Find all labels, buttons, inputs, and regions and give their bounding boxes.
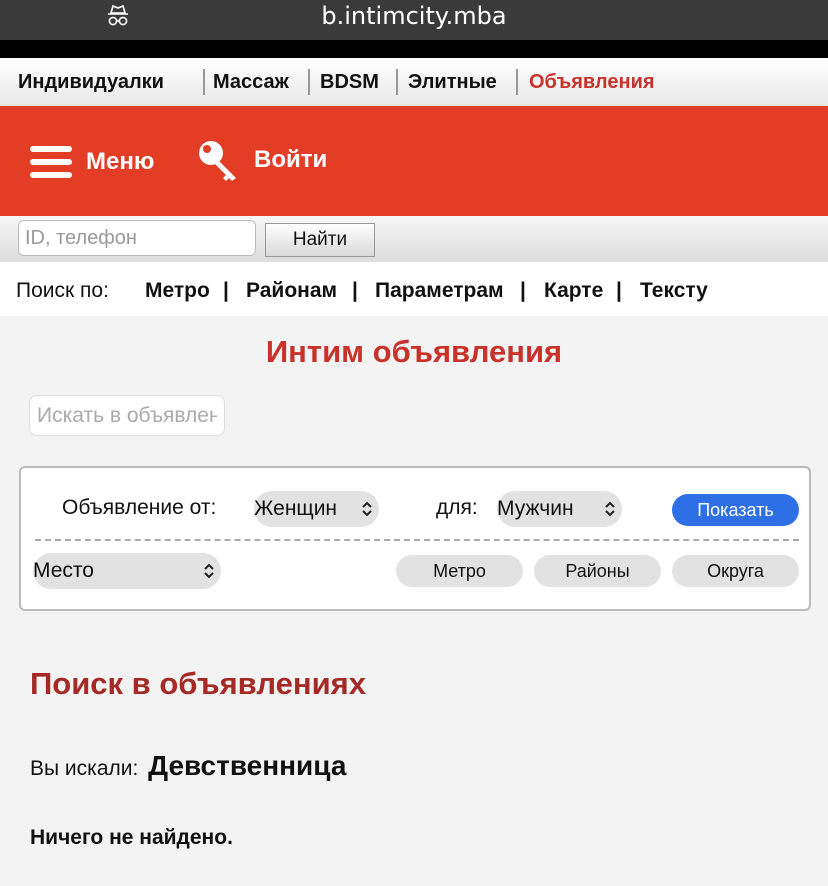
find-button[interactable]: Найти	[265, 223, 375, 257]
results-heading: Поиск в объявлениях	[30, 666, 366, 701]
searched-query: Вы искали: Девственница	[30, 750, 346, 782]
updown-chevron-icon	[605, 501, 615, 517]
searched-label: Вы искали:	[30, 757, 139, 780]
nav-item-massage[interactable]: Массаж	[213, 71, 289, 94]
login-button[interactable]: Войти	[196, 136, 327, 184]
from-select[interactable]: Женщин	[254, 491, 379, 527]
nav-item-elite[interactable]: Элитные	[408, 71, 497, 94]
nav-item-bdsm[interactable]: BDSM	[320, 71, 379, 94]
place-select[interactable]: Место	[33, 553, 221, 589]
updown-chevron-icon	[204, 563, 214, 579]
for-select[interactable]: Мужчин	[497, 491, 622, 527]
key-icon	[199, 141, 236, 181]
browser-address-bar[interactable]: b.intimcity.mba	[0, 0, 828, 40]
search-by-text[interactable]: Тексту	[640, 279, 708, 303]
nav-separator	[516, 69, 518, 95]
show-button[interactable]: Показать	[672, 494, 799, 526]
for-label: для:	[436, 496, 478, 519]
id-phone-input[interactable]	[18, 220, 256, 256]
status-band	[0, 40, 828, 58]
districts-button[interactable]: Районы	[534, 555, 661, 587]
separator: |	[616, 279, 622, 302]
empty-message: Ничего не найдено.	[30, 826, 233, 849]
separator: |	[520, 279, 526, 302]
hamburger-icon	[30, 144, 72, 180]
search-by-districts[interactable]: Районам	[246, 279, 337, 303]
menu-label: Меню	[86, 148, 155, 175]
separator: |	[352, 279, 358, 302]
from-label: Объявление от:	[62, 496, 217, 519]
from-select-value: Женщин	[254, 497, 338, 520]
updown-chevron-icon	[362, 501, 372, 517]
search-by-metro[interactable]: Метро	[145, 279, 210, 303]
id-search-bar: Найти	[0, 216, 828, 262]
menu-button[interactable]: Меню	[30, 142, 154, 182]
place-select-value: Место	[33, 559, 94, 582]
nav-separator	[396, 69, 398, 95]
search-by-params[interactable]: Параметрам	[375, 279, 504, 303]
search-by-label: Поиск по:	[16, 279, 109, 302]
header-bar: Меню Войти	[0, 106, 828, 216]
search-by-map[interactable]: Карте	[544, 279, 603, 303]
ads-search-input[interactable]	[29, 395, 225, 436]
separator: |	[223, 279, 229, 302]
okruga-button[interactable]: Округа	[672, 555, 799, 587]
nav-separator	[203, 69, 205, 95]
metro-button[interactable]: Метро	[396, 555, 523, 587]
search-by-bar: Поиск по: Метро | Районам | Параметрам |…	[0, 262, 828, 316]
page-title: Интим объявления	[265, 334, 563, 369]
searched-value: Девственница	[148, 750, 347, 781]
nav-separator	[308, 69, 310, 95]
url-text: b.intimcity.mba	[321, 2, 507, 30]
ads-filter-panel: Объявление от: Женщин для: Мужчин Показа…	[19, 466, 811, 611]
top-nav: Индивидуалки Массаж BDSM Элитные Объявле…	[0, 58, 828, 106]
nav-item-individualki[interactable]: Индивидуалки	[18, 71, 164, 94]
divider	[35, 539, 799, 541]
nav-item-ads[interactable]: Объявления	[529, 71, 655, 94]
login-label: Войти	[254, 146, 328, 173]
for-select-value: Мужчин	[497, 497, 574, 520]
